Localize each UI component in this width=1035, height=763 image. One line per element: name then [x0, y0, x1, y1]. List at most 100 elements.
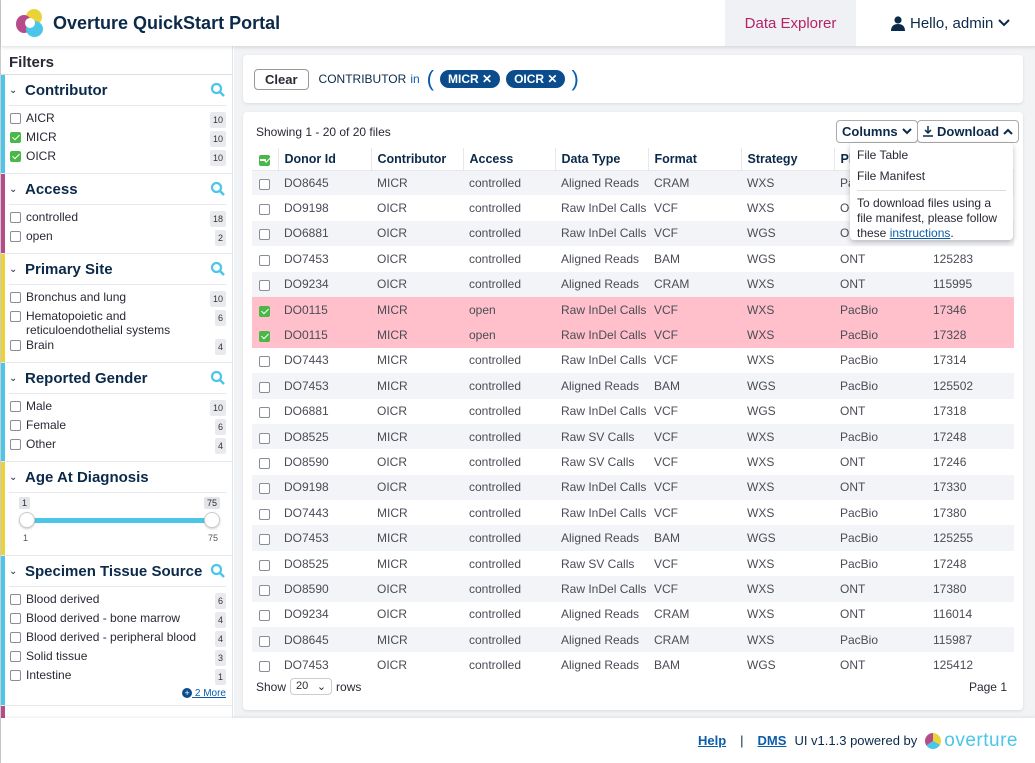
row-checkbox[interactable] — [259, 534, 270, 546]
row-select-cell[interactable] — [252, 271, 278, 297]
checkbox[interactable] — [10, 594, 21, 605]
checkbox[interactable] — [10, 132, 21, 143]
instructions-link[interactable]: instructions — [890, 226, 951, 240]
checkbox[interactable] — [10, 401, 21, 412]
table-row[interactable]: DO8525 MICR controlled Raw SV Calls VCF WXS Pa… — [252, 551, 1014, 576]
facet-option[interactable]: MICR 10 — [9, 129, 226, 148]
help-link[interactable]: Help — [698, 733, 726, 748]
search-icon[interactable] — [210, 181, 226, 197]
row-checkbox[interactable] — [259, 457, 270, 469]
facet-option[interactable]: Blood derived - peripheral blood 4 — [9, 629, 226, 648]
checkbox[interactable] — [10, 311, 21, 322]
facet-header[interactable]: ⌄ Specimen Tissue Source — [9, 556, 226, 587]
row-select-cell[interactable] — [252, 399, 278, 424]
row-checkbox[interactable] — [259, 559, 270, 571]
checkbox[interactable] — [10, 292, 21, 303]
portal-logo-icon[interactable] — [16, 9, 44, 37]
menu-item-file-manifest[interactable]: File Manifest — [857, 168, 1006, 189]
dms-link[interactable]: DMS — [758, 733, 787, 748]
age-range-slider[interactable]: 1 75 1 75 — [17, 497, 220, 549]
row-checkbox[interactable] — [259, 204, 270, 216]
checkbox[interactable] — [10, 113, 21, 124]
facet-header[interactable]: ⌄ Age At Diagnosis — [9, 462, 226, 493]
facet-option[interactable]: Other 4 — [9, 436, 226, 455]
row-select-cell[interactable] — [252, 322, 278, 348]
checkbox[interactable] — [10, 420, 21, 431]
portal-title[interactable]: Overture QuickStart Portal — [53, 13, 280, 34]
sqon-value-pill[interactable]: MICR ✕ — [439, 70, 501, 88]
nav-tab-data-explorer[interactable]: Data Explorer — [725, 0, 856, 46]
row-checkbox[interactable] — [259, 280, 270, 292]
table-row[interactable]: DO7443 MICR controlled Raw InDel Calls VCF WX… — [252, 500, 1014, 525]
table-row[interactable]: DO9234 OICR controlled Aligned Reads CRAM WXS… — [252, 271, 1014, 297]
row-checkbox[interactable] — [259, 305, 270, 317]
checkbox[interactable] — [10, 613, 21, 624]
menu-item-file-table[interactable]: File Table — [857, 147, 1006, 168]
rows-per-page-select[interactable]: 20 ⌄ — [290, 678, 333, 695]
table-row[interactable]: DO6881 OICR controlled Raw InDel Calls VCF WG… — [252, 399, 1014, 424]
column-header[interactable]: Data Type — [555, 148, 649, 171]
column-header[interactable]: Access — [463, 148, 556, 171]
row-select-cell[interactable] — [252, 500, 278, 525]
table-row[interactable]: DO8590 OICR controlled Raw SV Calls VCF WXS ON… — [252, 449, 1014, 474]
show-more-link[interactable]: + 2 More — [9, 688, 226, 699]
facet-header[interactable]: ⌄ Contributor — [9, 75, 226, 106]
row-select-cell[interactable] — [252, 423, 278, 450]
table-row[interactable]: DO7443 MICR controlled Raw InDel Calls VCF WX… — [252, 348, 1014, 373]
search-icon[interactable] — [210, 82, 226, 98]
table-row[interactable]: DO0115 MICR open Raw InDel Calls VCF WXS PacBi… — [252, 296, 1014, 323]
row-checkbox[interactable] — [259, 661, 270, 673]
facet-option[interactable]: Solid tissue 3 — [9, 648, 226, 667]
row-checkbox[interactable] — [259, 331, 270, 343]
close-icon[interactable]: ✕ — [482, 72, 492, 86]
checkbox[interactable] — [10, 212, 21, 223]
table-row[interactable]: DO7453 OICR controlled Aligned Reads BAM WGS O… — [252, 652, 1014, 677]
facet-option[interactable]: Bronchus and lung 10 — [9, 289, 226, 308]
row-checkbox[interactable] — [259, 254, 270, 266]
column-header[interactable]: Contributor — [371, 148, 464, 171]
slider-track[interactable] — [21, 518, 216, 523]
download-button[interactable]: Download — [917, 120, 1020, 143]
row-checkbox[interactable] — [259, 432, 270, 444]
slider-min-handle[interactable] — [19, 512, 35, 528]
facet-option[interactable]: Blood derived - bone marrow 4 — [9, 610, 226, 629]
column-header[interactable]: Format — [648, 148, 742, 171]
overture-logo[interactable]: overture — [925, 730, 1018, 752]
checkbox[interactable] — [10, 151, 21, 162]
row-select-cell[interactable] — [252, 373, 278, 399]
checkbox[interactable] — [10, 670, 21, 681]
table-row[interactable]: DO7453 MICR controlled Aligned Reads BAM WGS P… — [252, 525, 1014, 551]
facet-option[interactable]: OICR 10 — [9, 148, 226, 167]
facet-header[interactable]: ⌄ Reported Gender — [9, 363, 226, 394]
row-select-cell[interactable] — [252, 170, 278, 196]
user-menu[interactable]: Hello, admin — [891, 0, 1011, 46]
facet-option[interactable]: Hematopoietic and reticuloendothelial sy… — [9, 308, 226, 337]
clear-button[interactable]: Clear — [254, 68, 309, 90]
close-icon[interactable]: ✕ — [547, 72, 557, 86]
search-icon[interactable] — [210, 563, 226, 579]
row-select-cell[interactable] — [252, 602, 278, 627]
checkbox[interactable] — [10, 231, 21, 242]
facet-option[interactable]: AICR 10 — [9, 110, 226, 129]
facet-option[interactable]: Female 6 — [9, 417, 226, 436]
facet-option[interactable]: Intestine 1 — [9, 667, 226, 686]
sqon-value-pill[interactable]: OICR ✕ — [506, 70, 566, 88]
table-row[interactable]: DO7453 MICR controlled Aligned Reads BAM WGS P… — [252, 373, 1014, 399]
table-row[interactable]: DO8645 MICR controlled Aligned Reads CRAM WXS… — [252, 627, 1014, 653]
table-row[interactable]: DO9198 OICR controlled Raw InDel Calls VCF WX… — [252, 474, 1014, 501]
row-select-cell[interactable] — [252, 576, 278, 602]
select-all-checkbox-cell[interactable] — [252, 148, 279, 171]
row-select-cell[interactable] — [252, 525, 278, 551]
row-select-cell[interactable] — [252, 220, 278, 247]
checkbox[interactable] — [10, 632, 21, 643]
checkbox[interactable] — [10, 340, 21, 351]
row-checkbox[interactable] — [259, 508, 270, 520]
sqon-field[interactable]: CONTRIBUTOR — [319, 72, 407, 86]
row-checkbox[interactable] — [259, 178, 270, 190]
row-checkbox[interactable] — [259, 229, 270, 241]
table-row[interactable]: DO8525 MICR controlled Raw SV Calls VCF WXS Pa… — [252, 423, 1014, 450]
row-checkbox[interactable] — [259, 584, 270, 596]
checkbox[interactable] — [10, 651, 21, 662]
row-checkbox[interactable] — [259, 381, 270, 393]
facet-option[interactable]: controlled 18 — [9, 209, 226, 228]
